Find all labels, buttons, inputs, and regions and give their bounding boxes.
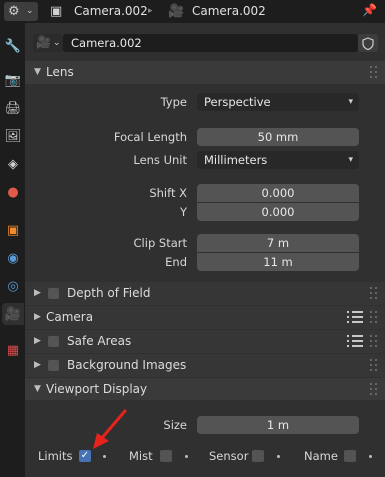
panel-title: Safe Areas xyxy=(67,334,132,348)
datablock-type-menu[interactable]: 🎥 ⌄ xyxy=(33,34,63,52)
panel-safe-areas-header[interactable]: ▶ Safe Areas xyxy=(25,330,385,353)
chevron-down-icon: ▾ xyxy=(348,155,353,165)
camera-data-icon[interactable]: 🎥 xyxy=(2,303,24,325)
expanded-arrow-icon: ▼ xyxy=(34,67,41,77)
focal-length-label: Focal Length xyxy=(113,130,187,144)
scene-icon[interactable]: ◈ xyxy=(2,153,24,175)
camera-data-icon: 🎥 xyxy=(36,35,51,49)
panel-depth-of-field-header[interactable]: ▶ Depth of Field xyxy=(25,282,385,305)
shift-y-label: Y xyxy=(179,205,187,219)
background-images-checkbox[interactable] xyxy=(48,360,59,371)
clip-start-label: Clip Start xyxy=(133,236,187,250)
safe-areas-checkbox[interactable] xyxy=(48,336,59,347)
properties-editor-icon: ⚙ xyxy=(8,4,20,19)
panel-title: Camera xyxy=(46,310,94,324)
output-icon[interactable]: 🖨 xyxy=(2,97,24,119)
drag-handle-icon[interactable] xyxy=(370,311,380,323)
size-field[interactable]: 1 m xyxy=(197,416,359,434)
chevron-down-icon: ⌄ xyxy=(26,6,34,16)
camera-data-icon: 🎥 xyxy=(168,4,185,19)
drag-handle-icon[interactable] xyxy=(370,359,380,371)
collapsed-arrow-icon: ▶ xyxy=(34,360,41,370)
panel-lens-header[interactable]: ▼ Lens xyxy=(25,61,385,84)
texture-icon[interactable]: ▦ xyxy=(2,339,24,361)
render-icon[interactable]: 📷 xyxy=(2,69,24,91)
focal-length-field[interactable]: 50 mm xyxy=(197,128,359,146)
fake-user-button[interactable] xyxy=(358,34,378,52)
type-dropdown[interactable]: Perspective ▾ xyxy=(197,93,359,111)
drag-handle-icon[interactable] xyxy=(370,335,380,347)
presets-list-icon[interactable] xyxy=(347,334,363,348)
expanded-arrow-icon: ▼ xyxy=(34,384,41,394)
sensor-label: Sensor xyxy=(209,449,249,463)
shift-x-field[interactable]: 0.000 xyxy=(197,184,359,202)
datablock-name-field[interactable]: Camera.002 xyxy=(63,34,358,52)
presets-list-icon[interactable] xyxy=(347,310,363,324)
type-value: Perspective xyxy=(204,95,271,109)
name-checkbox[interactable] xyxy=(344,450,356,462)
panel-title: Depth of Field xyxy=(67,286,151,300)
panel-viewport-display-header[interactable]: ▼ Viewport Display xyxy=(25,378,385,401)
sensor-checkbox[interactable] xyxy=(252,450,264,462)
collapsed-arrow-icon: ▶ xyxy=(34,288,41,298)
breadcrumb-separator-icon: ▸ xyxy=(148,6,153,16)
physics-icon[interactable]: ◎ xyxy=(2,275,24,297)
shift-y-field[interactable]: 0.000 xyxy=(197,203,359,221)
keyframe-dot-icon[interactable] xyxy=(185,455,188,458)
limits-label: Limits xyxy=(38,449,73,463)
shift-x-label: Shift X xyxy=(149,186,187,200)
dof-enable-checkbox[interactable] xyxy=(48,288,59,299)
annotation-arrow-icon xyxy=(93,409,127,449)
lens-unit-label: Lens Unit xyxy=(133,153,187,167)
editor-type-menu[interactable]: ⚙ ⌄ xyxy=(4,2,38,21)
panel-camera-header[interactable]: ▶ Camera xyxy=(25,306,385,329)
datablock-name: Camera.002 xyxy=(71,36,142,50)
name-label: Name xyxy=(304,449,338,463)
drag-handle-icon[interactable] xyxy=(370,66,380,78)
shield-icon xyxy=(362,36,374,50)
panel-background-images-header[interactable]: ▶ Background Images xyxy=(25,354,385,377)
collapsed-arrow-icon: ▶ xyxy=(34,312,41,322)
clip-end-field[interactable]: 11 m xyxy=(197,253,359,271)
properties-tabs: 🔧 📷 🖨 🖼 ◈ ● ▣ ◉ ◎ 🎥 ▦ xyxy=(0,23,25,477)
object-icon: ▣ xyxy=(50,4,63,19)
lens-unit-dropdown[interactable]: Millimeters ▾ xyxy=(197,151,359,169)
world-icon[interactable]: ● xyxy=(2,181,24,203)
chevron-down-icon: ⌄ xyxy=(53,38,61,48)
breadcrumb-data: Camera.002 xyxy=(192,4,266,18)
clip-end-label: End xyxy=(165,255,187,269)
panel-title: Viewport Display xyxy=(46,382,148,396)
pin-icon[interactable]: 📌 xyxy=(362,3,377,17)
drag-handle-icon[interactable] xyxy=(370,287,380,299)
panel-title: Background Images xyxy=(67,358,187,372)
type-label: Type xyxy=(160,95,187,109)
keyframe-dot-icon[interactable] xyxy=(369,455,372,458)
keyframe-dot-icon[interactable] xyxy=(103,455,106,458)
drag-handle-icon[interactable] xyxy=(370,383,380,395)
view-layer-icon[interactable]: 🖼 xyxy=(2,125,24,147)
chevron-down-icon: ▾ xyxy=(348,97,353,107)
clip-start-field[interactable]: 7 m xyxy=(197,234,359,252)
object-icon[interactable]: ▣ xyxy=(2,219,24,241)
mist-checkbox[interactable] xyxy=(160,450,172,462)
panel-viewport-display-body xyxy=(25,400,385,477)
breadcrumb-object: Camera.002 xyxy=(74,4,148,18)
lens-unit-value: Millimeters xyxy=(204,153,268,167)
collapsed-arrow-icon: ▶ xyxy=(34,336,41,346)
panel-title: Lens xyxy=(46,65,74,79)
keyframe-dot-icon[interactable] xyxy=(277,455,280,458)
modifier-icon[interactable]: ◉ xyxy=(2,247,24,269)
tool-icon[interactable]: 🔧 xyxy=(2,35,24,57)
